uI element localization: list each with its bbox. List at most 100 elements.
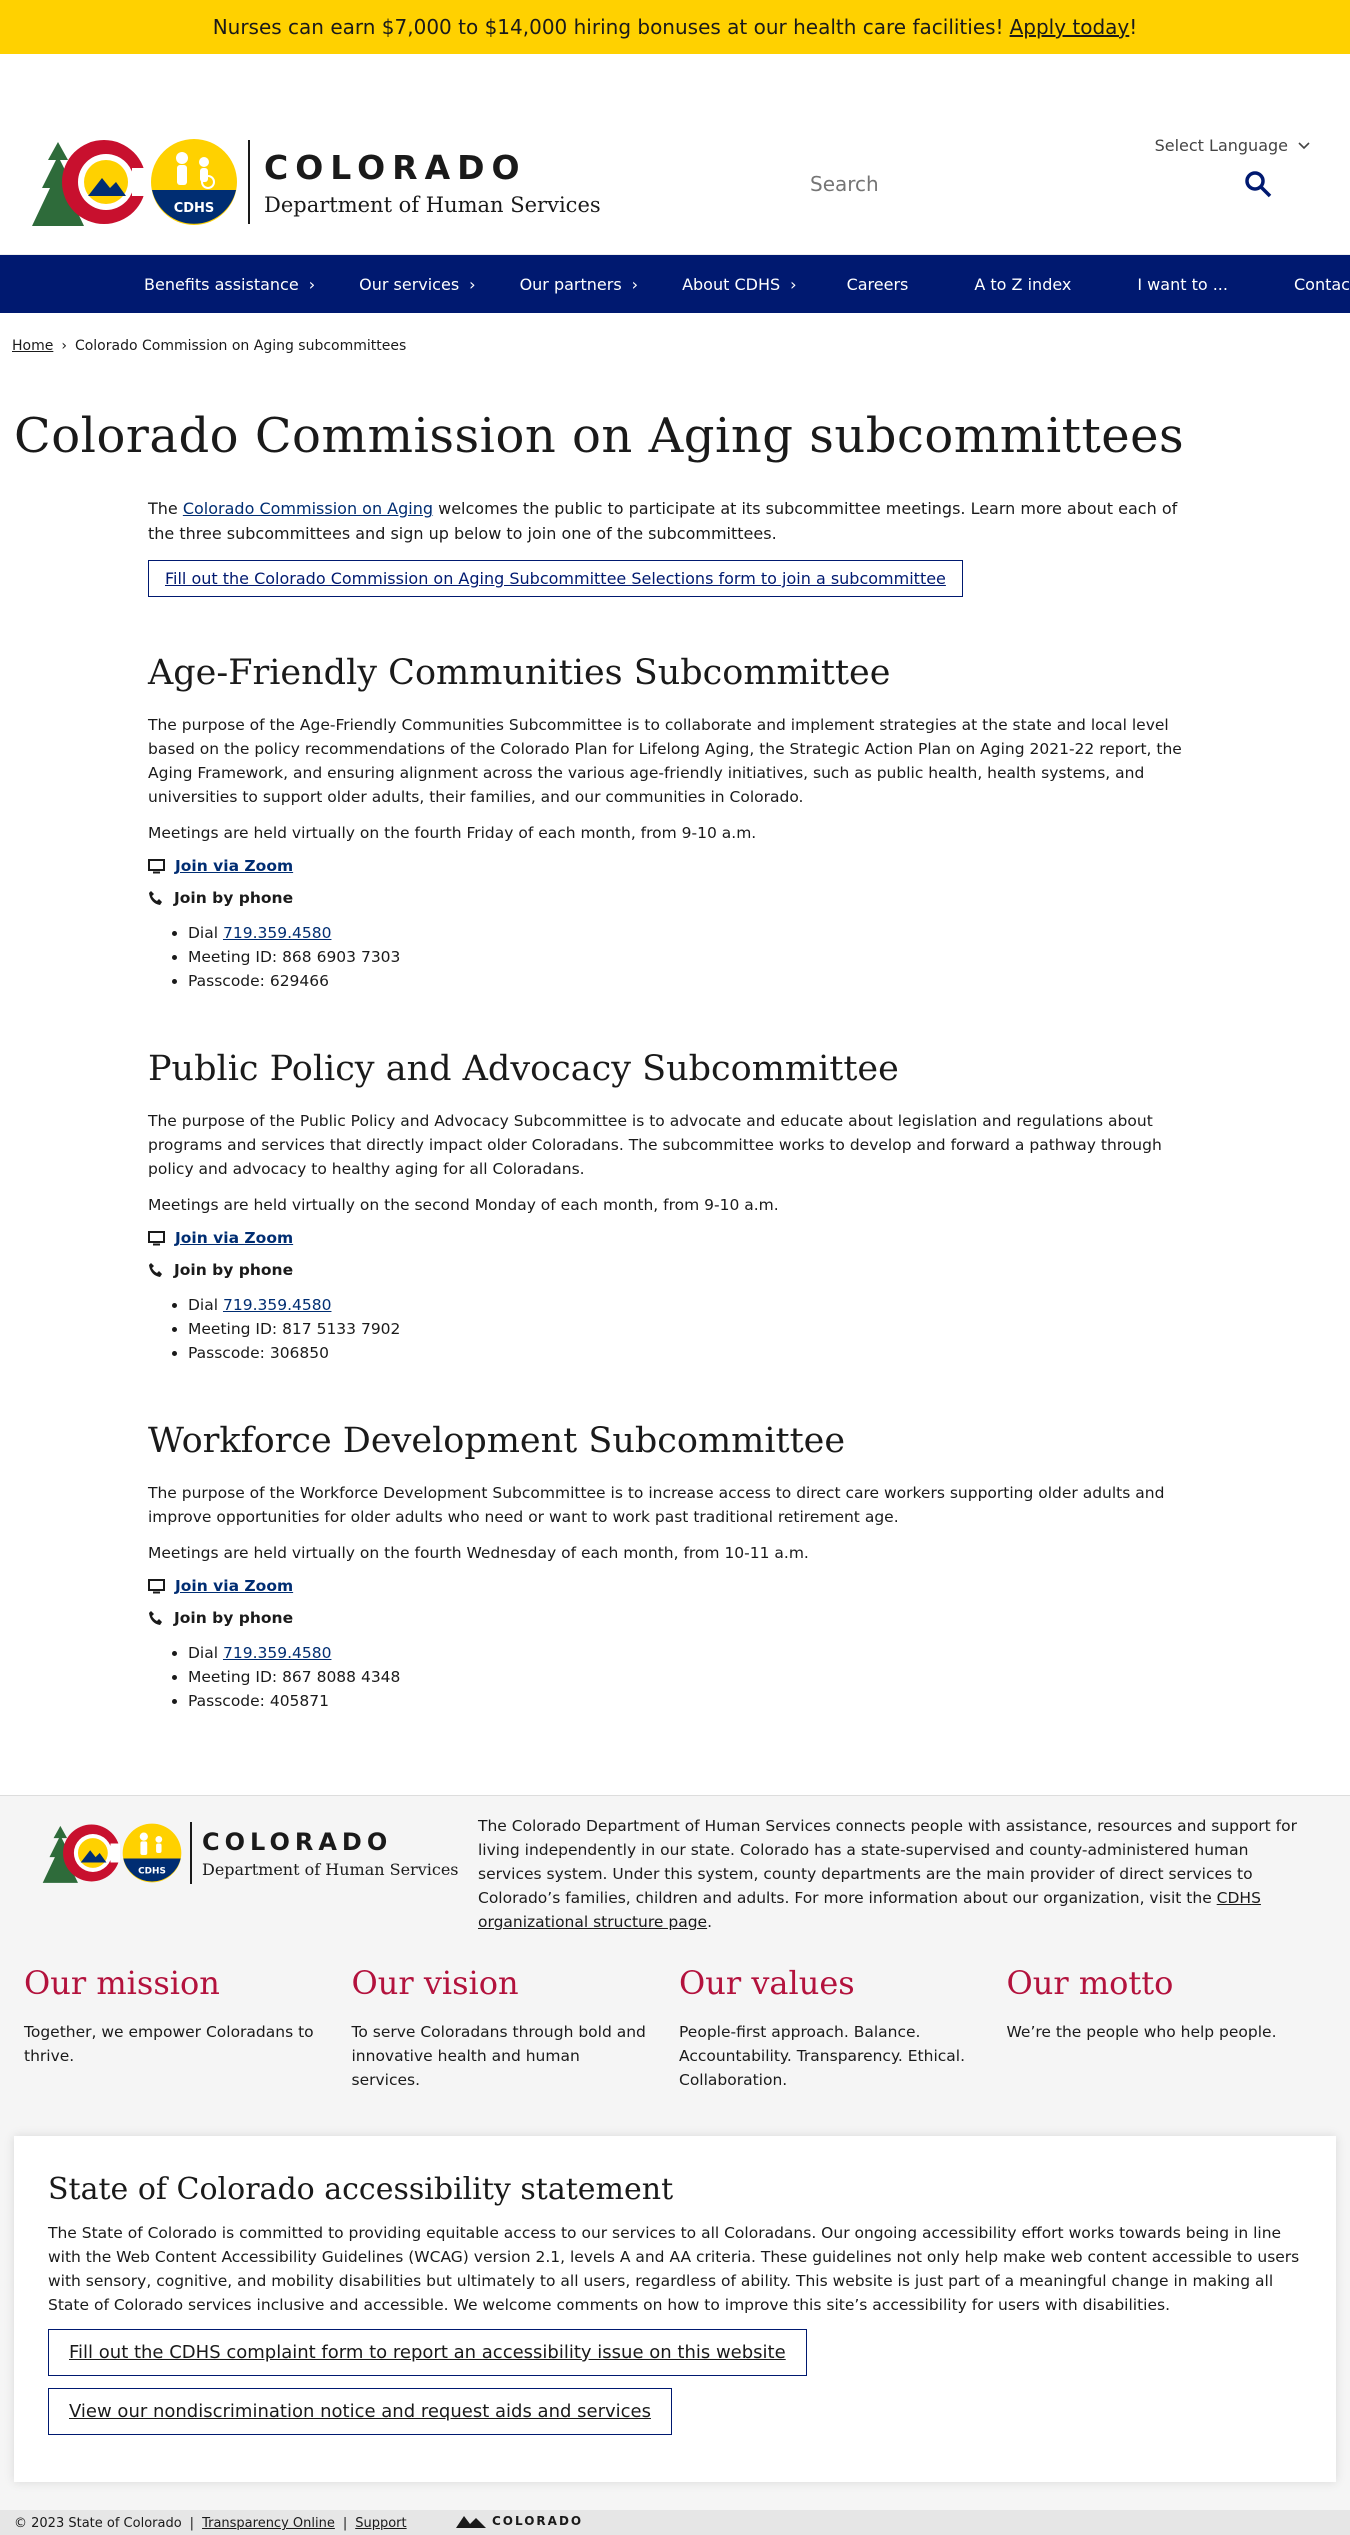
section-meetings: Meetings are held virtually on the fourt… (148, 1544, 809, 1562)
nondiscrimination-button[interactable]: View our nondiscrimination notice and re… (48, 2388, 672, 2435)
breadcrumb-separator: › (61, 338, 67, 354)
dial-label: Dial (188, 924, 223, 942)
nav-a-to-z-index[interactable]: A to Z index (974, 275, 1071, 294)
accessibility-title: State of Colorado accessibility statemen… (48, 2172, 674, 2207)
banner-text: Nurses can earn $7,000 to $14,000 hiring… (212, 15, 1004, 39)
monitor-icon (148, 1230, 165, 1245)
cdhs-logo[interactable]: CDHS COLORADO Department of Human Servic… (28, 138, 601, 226)
nav-our-services[interactable]: Our services › (359, 275, 475, 294)
complaint-form-button[interactable]: Fill out the CDHS complaint form to repo… (48, 2329, 807, 2376)
dial-number-link[interactable]: 719.359.4580 (223, 1644, 331, 1662)
monitor-icon (148, 858, 165, 873)
banner-suffix: ! (1129, 15, 1138, 39)
nav-careers[interactable]: Careers (847, 275, 909, 294)
cdhs-badge-icon: CDHS (122, 1823, 182, 1883)
transparency-online-link[interactable]: Transparency Online (202, 2516, 335, 2531)
pillar-title: Our motto (1006, 1964, 1174, 2002)
pillar-title: Our vision (351, 1964, 519, 2002)
pillar-motto: Our motto We’re the people who help peop… (1007, 1964, 1335, 2092)
chevron-right-icon: › (308, 274, 316, 294)
join-zoom-link[interactable]: Join via Zoom (175, 1577, 293, 1595)
dial-number-link[interactable]: 719.359.4580 (223, 1296, 331, 1314)
about-pre: The Colorado Department of Human Service… (478, 1817, 1297, 1907)
cdhs-badge-text: CDHS (138, 1866, 166, 1876)
monitor-icon (148, 1578, 165, 1593)
join-phone-label: Join by phone (174, 889, 294, 907)
support-link[interactable]: Support (355, 2516, 406, 2531)
join-phone-label: Join by phone (174, 1609, 294, 1627)
section-purpose: The purpose of the Age-Friendly Communit… (148, 716, 1182, 806)
about-post: . (707, 1913, 713, 1931)
state-brand-text: COLORADO (492, 2514, 584, 2528)
nav-label: A to Z index (974, 274, 1072, 294)
logo-colorado: COLORADO (264, 147, 527, 187)
phone-details: Dial 719.359.4580 Meeting ID: 867 8088 4… (188, 1641, 1208, 1713)
subcommittee-section: Workforce Development Subcommittee The p… (148, 1421, 1208, 1713)
breadcrumb: Home › Colorado Commission on Aging subc… (12, 338, 406, 354)
separator: | (189, 2516, 195, 2531)
cdhs-badge-text: CDHS (174, 201, 215, 216)
nav-label: About CDHS (682, 274, 781, 294)
dial-item: Dial 719.359.4580 (188, 921, 1208, 945)
nav-contact-us[interactable]: Contact us (1294, 275, 1350, 294)
pillar-text: To serve Coloradans through bold and inn… (351, 2023, 646, 2089)
phone-icon (149, 1263, 162, 1277)
section-meetings: Meetings are held virtually on the fourt… (148, 824, 757, 842)
nav-i-want-to[interactable]: I want to ... (1137, 275, 1228, 294)
footer-about: The Colorado Department of Human Service… (478, 1814, 1298, 1934)
accessibility-text: The State of Colorado is committed to pr… (48, 2224, 1300, 2314)
apply-today-link[interactable]: Apply today (1010, 15, 1130, 39)
join-zoom: Join via Zoom (148, 857, 1208, 875)
intro-text: The Colorado Commission on Aging welcome… (148, 496, 1208, 546)
cdhs-badge-icon: CDHS (151, 139, 237, 225)
section-title: Age-Friendly Communities Subcommittee (148, 653, 891, 693)
dial-item: Dial 719.359.4580 (188, 1641, 1208, 1665)
colorado-c-logo-icon (32, 140, 146, 226)
accessibility-statement: State of Colorado accessibility statemen… (14, 2136, 1336, 2482)
section-title: Public Policy and Advocacy Subcommittee (148, 1049, 899, 1089)
nav-label: Benefits assistance (144, 274, 299, 294)
section-meetings: Meetings are held virtually on the secon… (148, 1196, 779, 1214)
join-phone: Join by phone (148, 1261, 1208, 1279)
state-colorado-logo[interactable]: COLORADO (456, 2514, 583, 2528)
dial-number-link[interactable]: 719.359.4580 (223, 924, 331, 942)
subcommittee-section: Age-Friendly Communities Subcommittee Th… (148, 653, 1208, 993)
subcommittee-form-button[interactable]: Fill out the Colorado Commission on Agin… (148, 560, 963, 597)
copyright: © 2023 State of Colorado (14, 2516, 182, 2531)
join-zoom-link[interactable]: Join via Zoom (175, 857, 293, 875)
phone-details: Dial 719.359.4580 Meeting ID: 868 6903 7… (188, 921, 1208, 993)
passcode: Passcode: 405871 (188, 1689, 1208, 1713)
breadcrumb-current: Colorado Commission on Aging subcommitte… (74, 338, 407, 354)
intro-pre: The (148, 499, 183, 518)
nav-our-partners[interactable]: Our partners › (520, 275, 639, 294)
colorado-c-logo-icon (42, 1824, 120, 1883)
passcode: Passcode: 306850 (188, 1341, 1208, 1365)
pillar-values: Our values People-first approach. Balanc… (679, 1964, 1007, 2092)
page-title: Colorado Commission on Aging subcommitte… (14, 408, 1185, 464)
nav-label: Careers (846, 274, 909, 294)
breadcrumb-home[interactable]: Home (12, 338, 53, 354)
join-zoom: Join via Zoom (148, 1577, 1208, 1595)
join-zoom-link[interactable]: Join via Zoom (175, 1229, 293, 1247)
nav-about-cdhs[interactable]: About CDHS › (682, 275, 796, 294)
chevron-right-icon: › (631, 274, 639, 294)
footer-logo[interactable]: CDHS COLORADO Department of Human Servic… (40, 1822, 459, 1884)
nav-label: Contact us (1293, 274, 1350, 294)
search-input[interactable] (792, 172, 1192, 196)
pillar-text: Together, we empower Coloradans to thriv… (24, 2023, 314, 2065)
chevron-down-icon (1298, 141, 1310, 149)
logo-department: Department of Human Services (202, 1859, 459, 1879)
join-phone-label: Join by phone (174, 1261, 294, 1279)
search-icon[interactable] (1244, 170, 1272, 198)
section-purpose: The purpose of the Public Policy and Adv… (148, 1112, 1162, 1178)
main-nav: Benefits assistance › Our services › Our p… (0, 255, 1350, 313)
pillar-vision: Our vision To serve Coloradans through b… (352, 1964, 680, 2092)
nav-benefits-assistance[interactable]: Benefits assistance › (144, 275, 315, 294)
commission-link[interactable]: Colorado Commission on Aging (183, 499, 433, 518)
site-footer: CDHS COLORADO Department of Human Servic… (0, 1795, 1350, 2535)
pillar-mission: Our mission Together, we empower Colorad… (24, 1964, 352, 2092)
meeting-id: Meeting ID: 817 5133 7902 (188, 1317, 1208, 1341)
pillar-text: People-first approach. Balance. Accounta… (679, 2023, 966, 2089)
pillar-text: We’re the people who help people. (1006, 2023, 1277, 2041)
logo-department: Department of Human Services (264, 192, 601, 217)
